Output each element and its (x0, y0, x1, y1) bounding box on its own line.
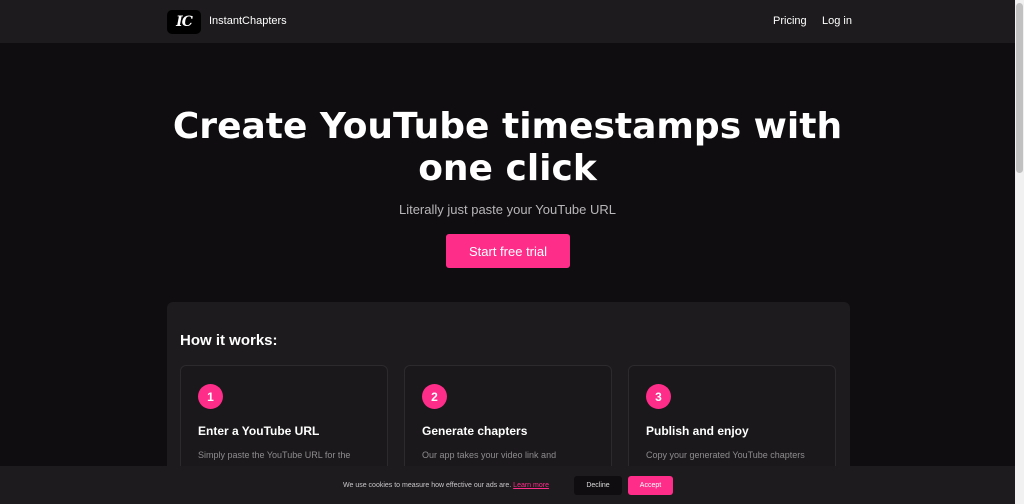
learn-more-link[interactable]: Learn more (513, 482, 549, 489)
hero-title-line-2: one click (418, 148, 597, 189)
step-number-badge: 1 (198, 384, 223, 409)
cookie-banner: We use cookies to measure how effective … (0, 466, 1015, 504)
logo-monogram: IC (176, 14, 193, 30)
nav-link-login[interactable]: Log in (822, 15, 852, 27)
cookie-text: We use cookies to measure how effective … (343, 482, 512, 489)
step-number-badge: 2 (422, 384, 447, 409)
step-title: Publish and enjoy (646, 424, 749, 438)
scrollbar[interactable] (1015, 0, 1024, 504)
logo[interactable]: IC (167, 10, 201, 34)
accept-button[interactable]: Accept (628, 476, 673, 495)
step-description: Copy your generated YouTube chapters (646, 450, 805, 460)
decline-button[interactable]: Decline (574, 476, 622, 495)
how-it-works-title: How it works: (180, 332, 278, 349)
scrollbar-thumb[interactable] (1016, 3, 1023, 173)
step-title: Generate chapters (422, 424, 528, 438)
top-navbar: IC InstantChapters Pricing Log in (0, 0, 1015, 43)
nav-link-pricing[interactable]: Pricing (773, 15, 807, 27)
step-description: Simply paste the YouTube URL for the (198, 450, 351, 460)
hero-subtitle: Literally just paste your YouTube URL (398, 202, 617, 217)
step-title: Enter a YouTube URL (198, 424, 320, 438)
brand-name[interactable]: InstantChapters (209, 15, 287, 27)
hero-title-line-1: Create YouTube timestamps with (172, 106, 843, 147)
hero-title: Create YouTube timestamps with one click (0, 106, 1015, 190)
step-number-badge: 3 (646, 384, 671, 409)
cookie-message: We use cookies to measure how effective … (343, 482, 549, 489)
start-free-trial-button[interactable]: Start free trial (446, 234, 570, 268)
step-description: Our app takes your video link and (422, 450, 557, 460)
